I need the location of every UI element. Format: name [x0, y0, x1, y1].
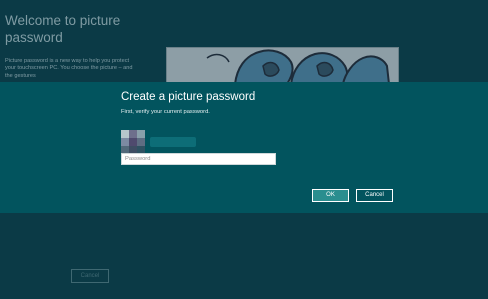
picture-preview — [166, 47, 399, 85]
ok-button[interactable]: OK — [312, 189, 349, 202]
cancel-button[interactable]: Cancel — [356, 189, 393, 202]
create-picture-password-dialog: Create a picture password First, verify … — [0, 82, 488, 213]
background-cancel-button[interactable]: Cancel — [71, 269, 109, 283]
username-redacted — [150, 137, 196, 147]
welcome-description: Picture password is a new way to help yo… — [5, 58, 133, 79]
dialog-title: Create a picture password — [121, 91, 256, 103]
picture-artwork — [167, 48, 398, 84]
password-field[interactable] — [121, 153, 276, 165]
dialog-subtitle: First, verify your current password. — [121, 109, 210, 115]
user-avatar — [121, 130, 145, 154]
welcome-title: Welcome to picture password — [5, 13, 121, 45]
